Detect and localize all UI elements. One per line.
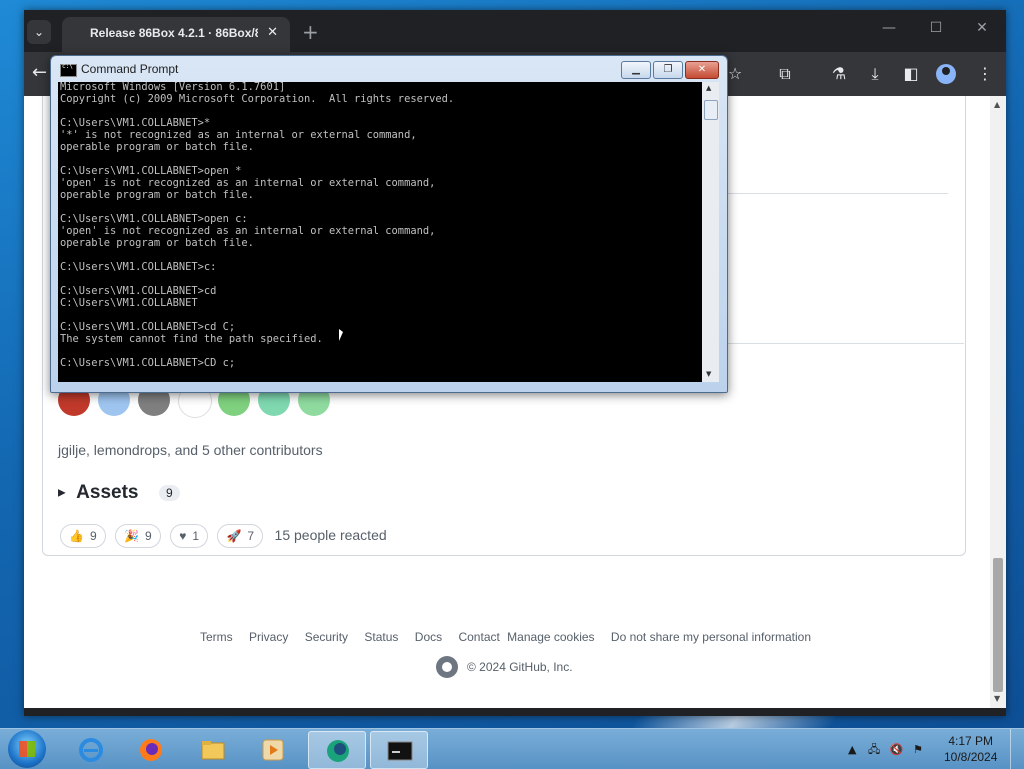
reaction-count: 1: [192, 529, 199, 543]
assets-count-badge: 9: [158, 485, 180, 501]
active-tab[interactable]: Release 86Box 4.2.1 · 86Box/86Box ✕: [62, 17, 290, 52]
scroll-thumb[interactable]: [993, 558, 1003, 692]
clock-time: 4:17 PM: [948, 734, 994, 748]
browser-globe-icon: [327, 740, 349, 762]
cmd-minimize-button[interactable]: ▁: [621, 61, 651, 79]
cmd-scroll-thumb[interactable]: [704, 100, 718, 120]
clock-date: 10/8/2024: [944, 750, 998, 764]
reaction-hooray[interactable]: 🎉 9: [115, 524, 161, 548]
internet-explorer-icon: [79, 738, 103, 762]
profile-avatar-icon[interactable]: [936, 64, 956, 84]
folder-icon: [201, 741, 225, 760]
back-arrow-icon[interactable]: ←: [32, 62, 47, 83]
scroll-down-arrow-icon[interactable]: ▼: [994, 694, 1000, 703]
media-player-icon: [262, 739, 284, 761]
footer-link-do-not-share[interactable]: Do not share my personal information: [611, 630, 811, 644]
taskbar-file-explorer[interactable]: [184, 731, 240, 767]
page-scrollbar[interactable]: ▲ ▼: [990, 96, 1006, 708]
footer-link-docs[interactable]: Docs: [415, 630, 442, 644]
thumbs-up-icon: 👍: [69, 529, 84, 543]
menu-kebab-icon[interactable]: ⋮: [974, 64, 996, 83]
triangle-right-icon: ▶: [58, 487, 66, 499]
reaction-heart[interactable]: ♥ 1: [170, 524, 208, 548]
extensions-icon[interactable]: ⧉: [774, 64, 796, 84]
close-window-icon[interactable]: ✕: [967, 20, 997, 36]
cmd-console[interactable]: Microsoft Windows [Version 6.1.7601] Cop…: [58, 82, 702, 382]
hooray-icon: 🎉: [124, 529, 140, 543]
firefox-icon: [140, 739, 162, 761]
cmd-scroll-up-icon[interactable]: ▲: [706, 84, 711, 92]
assets-toggle[interactable]: ▶ Assets 9: [58, 482, 180, 504]
footer-link-security[interactable]: Security: [305, 630, 348, 644]
footer-link-terms[interactable]: Terms: [200, 630, 233, 644]
reaction-count: 9: [89, 529, 97, 543]
tab-search-chevron-icon[interactable]: ⌄: [27, 20, 51, 44]
command-prompt-window[interactable]: Command Prompt ▁ ❐ ✕ Microsoft Windows […: [50, 55, 728, 393]
footer-link-status[interactable]: Status: [364, 630, 398, 644]
footer-link-manage-cookies[interactable]: Manage cookies: [507, 630, 594, 644]
maximize-icon[interactable]: ☐: [921, 20, 951, 36]
assets-title: Assets: [76, 482, 139, 503]
cmd-output-text: Microsoft Windows [Version 6.1.7601] Cop…: [60, 82, 455, 369]
cmd-close-button[interactable]: ✕: [685, 61, 719, 79]
network-icon[interactable]: 🖧: [868, 743, 880, 756]
cmd-window-title: Command Prompt: [81, 62, 179, 76]
reacted-summary: 15 people reacted: [274, 527, 387, 543]
rocket-icon: 🚀: [226, 529, 242, 543]
cmd-window-icon: [60, 63, 77, 77]
taskbar-internet-explorer[interactable]: [62, 731, 118, 767]
footer-links: Terms Privacy Security Status Docs Conta…: [200, 630, 824, 644]
minimize-icon[interactable]: —: [874, 20, 904, 36]
github-logo-icon[interactable]: [436, 656, 458, 678]
reactions-bar: 👍 9 🎉 9 ♥ 1 🚀 7 15 people reacted: [60, 524, 387, 548]
taskbar-clock[interactable]: 4:17 PM 10/8/2024: [944, 733, 997, 765]
mouse-cursor-icon: [338, 327, 344, 343]
reaction-count: 9: [145, 529, 152, 543]
cmd-scrollbar[interactable]: ▲ ▼: [702, 82, 719, 382]
cmd-restore-button[interactable]: ❐: [653, 61, 683, 79]
scroll-up-arrow-icon[interactable]: ▲: [994, 100, 1000, 109]
action-center-flag-icon[interactable]: ⚑: [913, 743, 923, 756]
copyright-text: © 2024 GitHub, Inc.: [467, 660, 573, 674]
divider: [704, 343, 964, 344]
command-prompt-icon: [387, 741, 413, 761]
download-icon[interactable]: ⤓: [864, 64, 886, 84]
taskbar-media-player[interactable]: [244, 731, 300, 767]
divider: [704, 193, 948, 194]
taskbar-command-prompt[interactable]: [370, 731, 428, 769]
start-button[interactable]: [8, 730, 46, 768]
reaction-thumbs-up[interactable]: 👍 9: [60, 524, 106, 548]
heart-icon: ♥: [179, 529, 187, 543]
footer-link-privacy[interactable]: Privacy: [249, 630, 288, 644]
reaction-rocket[interactable]: 🚀 7: [217, 524, 264, 548]
tab-close-icon[interactable]: ✕: [267, 25, 278, 40]
labs-flask-icon[interactable]: ⚗: [828, 64, 850, 83]
tab-strip: ⌄ Release 86Box 4.2.1 · 86Box/86Box ✕ + …: [24, 10, 1006, 52]
taskbar-browser-app[interactable]: [308, 731, 366, 769]
system-tray: ▲ 🖧 🔇 ⚑: [848, 741, 923, 760]
reaction-count: 7: [247, 529, 255, 543]
contributors-text: jgilje, lemondrops, and 5 other contribu…: [58, 442, 323, 458]
taskbar-firefox[interactable]: [122, 731, 178, 767]
volume-muted-icon[interactable]: 🔇: [890, 743, 904, 756]
side-panel-icon[interactable]: ◧: [900, 64, 922, 83]
tray-expand-arrow-icon[interactable]: ▲: [848, 743, 856, 756]
copyright: © 2024 GitHub, Inc.: [436, 656, 573, 678]
footer-link-contact[interactable]: Contact: [458, 630, 499, 644]
windows-logo-icon: [19, 741, 35, 757]
show-desktop-button[interactable]: [1010, 729, 1024, 769]
tab-title: Release 86Box 4.2.1 · 86Box/86Box: [90, 26, 258, 40]
taskbar: ▲ 🖧 🔇 ⚑ 4:17 PM 10/8/2024: [0, 728, 1024, 769]
cmd-scroll-down-icon[interactable]: ▼: [706, 370, 711, 378]
new-tab-button[interactable]: +: [302, 20, 319, 44]
